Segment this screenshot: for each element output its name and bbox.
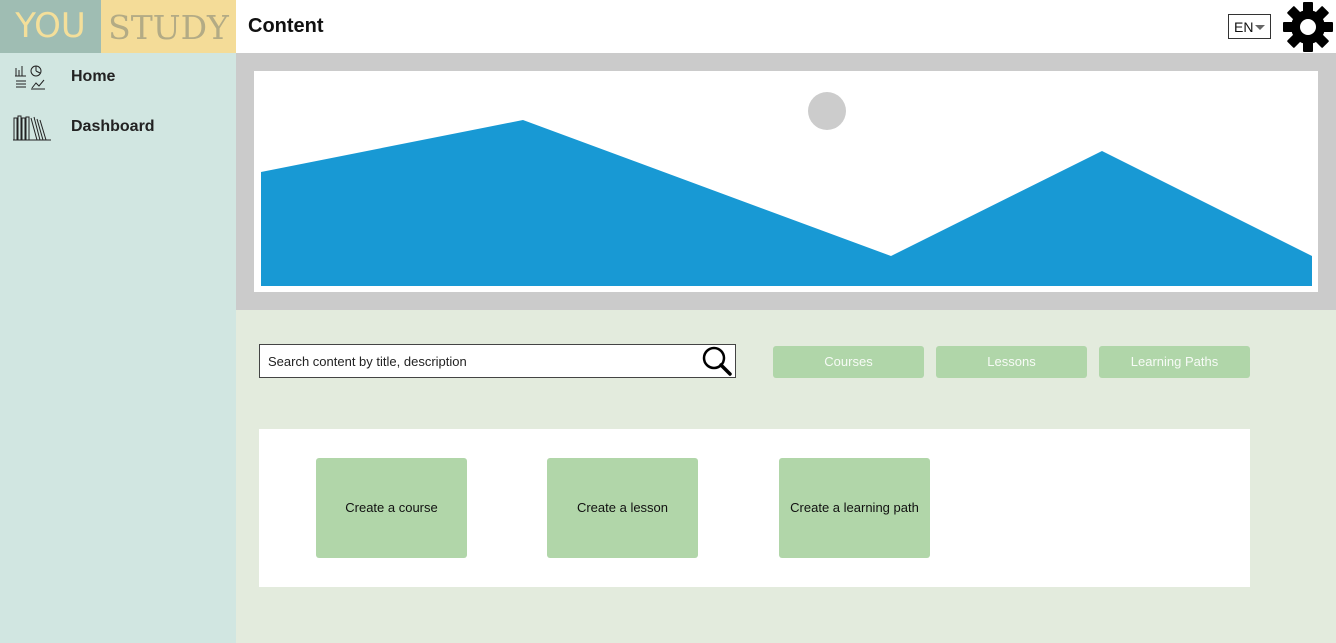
logo-study-text: STUDY xyxy=(101,0,236,53)
language-select-value: EN xyxy=(1234,19,1254,35)
sidebar-item-home[interactable]: Home xyxy=(0,58,236,98)
bookshelf-icon xyxy=(13,115,51,141)
banner-image xyxy=(254,71,1318,292)
gear-icon[interactable] xyxy=(1282,1,1334,53)
language-select[interactable]: EN xyxy=(1228,14,1271,39)
search-input[interactable] xyxy=(260,345,700,377)
chevron-down-icon xyxy=(1255,25,1265,30)
sidebar: Home Dashboard xyxy=(0,53,236,643)
create-lesson-button[interactable]: Create a lesson xyxy=(547,458,698,558)
create-course-button[interactable]: Create a course xyxy=(316,458,467,558)
banner-frame xyxy=(236,53,1336,310)
sidebar-item-label: Dashboard xyxy=(71,118,155,135)
page-title: Content xyxy=(248,15,324,37)
filter-courses-button[interactable]: Courses xyxy=(773,346,924,378)
filter-learning-paths-button[interactable]: Learning Paths xyxy=(1099,346,1250,378)
logo-you-text: YOU xyxy=(0,0,101,53)
sidebar-item-label: Home xyxy=(71,68,116,85)
create-learning-path-button[interactable]: Create a learning path xyxy=(779,458,930,558)
image-placeholder-icon xyxy=(261,92,1312,286)
search-box xyxy=(259,344,736,378)
search-icon[interactable] xyxy=(699,345,735,377)
top-header: Content EN xyxy=(236,0,1336,53)
sidebar-item-dashboard[interactable]: Dashboard xyxy=(0,108,236,148)
home-charts-icon xyxy=(15,65,45,90)
filter-lessons-button[interactable]: Lessons xyxy=(936,346,1087,378)
app-logo[interactable]: YOU STUDY xyxy=(0,0,236,53)
create-panel: Create a course Create a lesson Create a… xyxy=(259,429,1250,587)
